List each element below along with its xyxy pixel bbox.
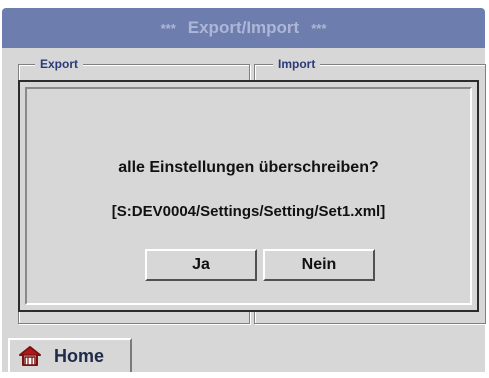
export-group-label: Export — [35, 56, 84, 72]
home-button[interactable]: Home — [8, 338, 132, 372]
no-button[interactable]: Nein — [263, 249, 375, 281]
dialog-message: alle Einstellungen überschreiben? — [118, 159, 379, 176]
confirm-dialog: alle Einstellungen überschreiben? [S:DEV… — [18, 80, 479, 312]
title-stars-right: *** — [311, 20, 327, 36]
yes-button[interactable]: Ja — [145, 249, 257, 281]
import-group-label: Import — [273, 56, 321, 72]
screen: *** Export/Import *** Export Import Home… — [0, 0, 489, 378]
title-stars-left: *** — [160, 20, 176, 36]
home-button-label: Home — [54, 345, 105, 366]
title-bar: *** Export/Import *** — [2, 8, 485, 48]
dialog-panel: alle Einstellungen überschreiben? [S:DEV… — [25, 87, 472, 305]
window-title: Export/Import — [187, 18, 300, 37]
home-icon — [18, 344, 42, 368]
dialog-file-path: [S:DEV0004/Settings/Setting/Set1.xml] — [111, 203, 386, 220]
